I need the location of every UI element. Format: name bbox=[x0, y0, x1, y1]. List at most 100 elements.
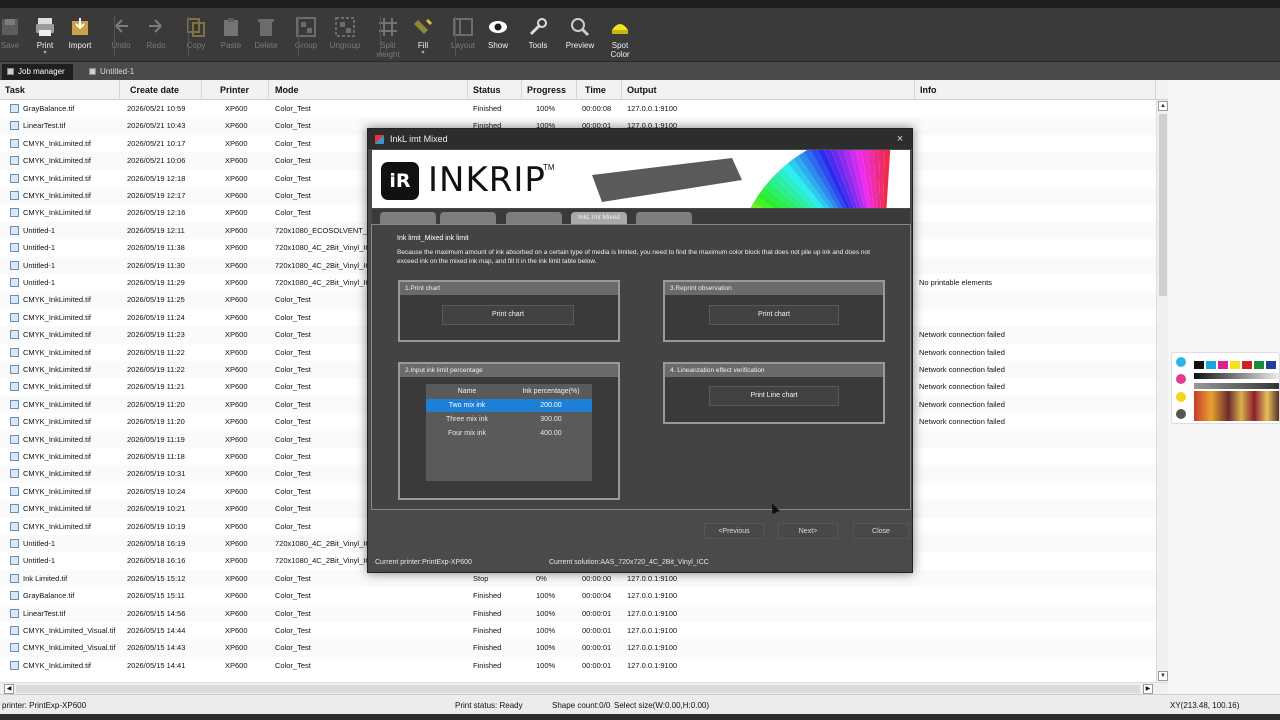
cell-time: 00:00:01 bbox=[582, 643, 612, 653]
previous-button[interactable]: <Previous bbox=[704, 523, 764, 539]
job-thumbnail-preview bbox=[1171, 352, 1280, 424]
toolbar-undo-button[interactable]: Undo bbox=[101, 8, 141, 62]
toolbar-layout-button[interactable]: Layout bbox=[443, 8, 483, 62]
table-row[interactable]: CMYK_InkLimited_Visual.tif 2026/05/15 14:… bbox=[0, 639, 1156, 657]
close-icon[interactable]: × bbox=[894, 132, 906, 146]
table-row[interactable]: GrayBalance.tif 2026/05/21 10:59 XP600 Colo… bbox=[0, 100, 1156, 117]
ink-limit-row[interactable]: Two mix ink 200.00 bbox=[426, 399, 592, 412]
section-title: 1.Print chart bbox=[400, 282, 618, 295]
column-header-status[interactable]: Status bbox=[468, 80, 522, 100]
cell-progress: 100% bbox=[536, 643, 556, 653]
tab-job-manager[interactable]: Job manager bbox=[2, 64, 73, 80]
taskbar-strip bbox=[0, 714, 1280, 720]
cell-task-name: CMYK_InkLimited.tif bbox=[10, 187, 120, 204]
color-swatch bbox=[1230, 361, 1240, 369]
ink-limit-row[interactable]: Three mix ink 300.00 bbox=[426, 413, 592, 426]
column-header-progress[interactable]: Progress bbox=[522, 80, 577, 100]
cell-info bbox=[919, 257, 1149, 274]
vertical-scroll-thumb[interactable] bbox=[1159, 114, 1167, 296]
cell-create-date: 2026/05/19 11:21 bbox=[127, 382, 185, 392]
column-header-output[interactable]: Output bbox=[622, 80, 915, 100]
cell-task-name: Ink Limited.tif bbox=[10, 570, 120, 587]
wizard-step-tab-active[interactable]: InkL imt Mixed bbox=[571, 212, 627, 224]
cell-mode: Color_Test bbox=[275, 121, 311, 131]
toolbar-group-button[interactable]: Group bbox=[286, 8, 326, 62]
toolbar: Save Print ▾ Import Undo Redo Copy Paste Delete G… bbox=[0, 8, 1280, 62]
cell-printer: XP600 bbox=[225, 278, 248, 287]
toolbar-delete-button[interactable]: Delete bbox=[246, 8, 286, 62]
toolbar-split-weight-button[interactable]: Split weight bbox=[368, 8, 408, 62]
cell-progress: 100% bbox=[536, 626, 556, 635]
cell-progress: 100% bbox=[536, 660, 556, 670]
cell-status: Finished bbox=[473, 626, 502, 635]
wizard-step-tab[interactable] bbox=[506, 212, 562, 224]
fan-swatch bbox=[883, 150, 891, 208]
column-header-time[interactable]: Time bbox=[580, 80, 622, 100]
scroll-down-arrow-icon[interactable]: ▼ bbox=[1158, 671, 1168, 681]
table-row[interactable]: GrayBalance.tif 2026/05/15 15:11 XP600 Colo… bbox=[0, 587, 1156, 604]
horizontal-scrollbar[interactable]: ◀ ▶ bbox=[0, 682, 1168, 694]
app-logo-icon bbox=[375, 135, 384, 144]
column-header-info[interactable]: Info bbox=[915, 80, 1156, 100]
toolbar-preview-button[interactable]: Preview bbox=[560, 8, 600, 62]
toolbar-fill-button[interactable]: Fill ▾ bbox=[403, 8, 443, 62]
cell-mode: Color_Test bbox=[275, 173, 311, 183]
toolbar-button-label: Redo bbox=[146, 41, 166, 50]
cell-progress: 100% bbox=[536, 104, 556, 113]
horizontal-scroll-thumb[interactable] bbox=[16, 685, 1140, 693]
scroll-left-arrow-icon[interactable]: ◀ bbox=[4, 684, 14, 694]
reprint-chart-button[interactable]: Print chart bbox=[709, 305, 839, 325]
cell-create-date: 2026/05/18 16:16 bbox=[127, 556, 186, 566]
toolbar-print-button[interactable]: Print ▾ bbox=[25, 8, 65, 62]
close-button[interactable]: Close bbox=[853, 523, 909, 539]
toolbar-redo-button[interactable]: Redo bbox=[136, 8, 176, 62]
next-button[interactable]: Next> bbox=[778, 523, 838, 539]
file-icon bbox=[10, 330, 19, 340]
print-line-chart-button[interactable]: Print Line chart bbox=[709, 386, 839, 406]
cell-info bbox=[919, 309, 1149, 326]
task-label: CMYK_InkLimited.tif bbox=[23, 156, 91, 166]
ink-limit-table: Name Ink percentage(%) Two mix ink 200.0… bbox=[426, 384, 592, 481]
toolbar-spot-color-button[interactable]: Spot Color bbox=[600, 8, 640, 62]
dialog-title-bar[interactable]: InkL imt Mixed × bbox=[368, 129, 912, 149]
cell-task-name: CMYK_InkLimited.tif bbox=[10, 361, 120, 378]
toolbar-paste-button[interactable]: Paste bbox=[211, 8, 251, 62]
cell-printer: XP600 bbox=[225, 347, 248, 357]
toolbar-button-label: Fill bbox=[417, 41, 429, 50]
cell-task-name: CMYK_InkLimited.tif bbox=[10, 465, 120, 482]
column-header-mode[interactable]: Mode bbox=[270, 80, 468, 100]
cell-mode: Color_Test bbox=[275, 417, 311, 427]
tab-untitled-1[interactable]: Untitled-1 bbox=[84, 64, 142, 80]
wizard-step-tab[interactable] bbox=[440, 212, 496, 224]
ink-limit-row[interactable]: Four mix ink 400.00 bbox=[426, 427, 592, 440]
wizard-step-tab[interactable] bbox=[636, 212, 692, 224]
table-row[interactable]: LinearTest.tif 2026/05/15 14:56 XP600 Color… bbox=[0, 604, 1156, 622]
toolbar-copy-button[interactable]: Copy bbox=[176, 8, 216, 62]
file-icon bbox=[10, 660, 19, 670]
toolbar-show-button[interactable]: Show bbox=[478, 8, 518, 62]
cell-printer: XP600 bbox=[225, 434, 248, 444]
table-row[interactable]: CMYK_InkLimited.tif 2026/05/15 14:41 XP600… bbox=[0, 657, 1156, 674]
file-icon bbox=[10, 295, 19, 305]
file-icon bbox=[10, 382, 19, 392]
scroll-up-arrow-icon[interactable]: ▲ bbox=[1158, 101, 1168, 111]
cell-info: Network connection failed bbox=[919, 399, 1005, 409]
dropdown-arrow-icon[interactable]: ▾ bbox=[25, 50, 65, 56]
toolbar-tools-button[interactable]: Tools bbox=[518, 8, 558, 62]
table-row[interactable]: CMYK_InkLimited_Visual.tif 2026/05/15 14:… bbox=[0, 622, 1156, 639]
toolbar-import-button[interactable]: Import bbox=[60, 8, 100, 62]
toolbar-ungroup-button[interactable]: Ungroup bbox=[325, 8, 365, 62]
toolbar-button-label: Tools bbox=[528, 41, 548, 50]
column-header-task[interactable]: Task bbox=[0, 80, 120, 100]
cell-mode: 720x1080_4C_2Bit_Vinyl_IC bbox=[275, 556, 370, 566]
file-icon bbox=[10, 156, 19, 166]
vertical-scrollbar[interactable]: ▲ ▼ bbox=[1156, 100, 1168, 682]
cell-status: Finished bbox=[473, 608, 502, 618]
column-header-printer[interactable]: Printer bbox=[215, 80, 269, 100]
scroll-right-arrow-icon[interactable]: ▶ bbox=[1143, 684, 1153, 694]
wizard-step-tab[interactable] bbox=[380, 212, 436, 224]
dropdown-arrow-icon[interactable]: ▾ bbox=[403, 50, 443, 56]
ungroup-icon bbox=[334, 16, 356, 38]
print-chart-button[interactable]: Print chart bbox=[442, 305, 574, 325]
column-header-create-date[interactable]: Create date bbox=[125, 80, 202, 100]
